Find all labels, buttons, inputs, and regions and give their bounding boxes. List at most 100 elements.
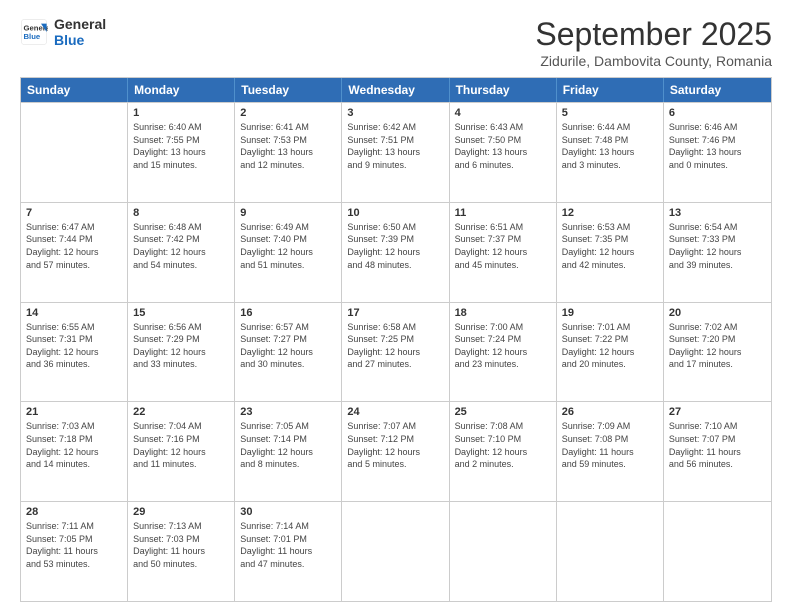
cal-cell: 7Sunrise: 6:47 AM Sunset: 7:44 PM Daylig… (21, 203, 128, 302)
weekday-header-friday: Friday (557, 78, 664, 102)
cal-cell: 26 Sunrise: 7:09 AM Sunset: 7:08 PM Dayli… (557, 402, 664, 501)
cal-cell: 19 Sunrise: 7:01 AM Sunset: 7:22 PM Dayli… (557, 303, 664, 402)
day-info: Sunrise: 6:41 AM Sunset: 7:53 PM Dayligh… (240, 121, 336, 171)
day-number: 10 (347, 207, 443, 219)
day-number: 13 (669, 207, 766, 219)
cal-cell: 20Sunrise: 7:02 AM Sunset: 7:20 PM Dayli… (664, 303, 771, 402)
day-number: 11 (455, 207, 551, 219)
day-info: Sunrise: 6:46 AM Sunset: 7:46 PM Dayligh… (669, 121, 766, 171)
day-number: 23 (240, 406, 336, 418)
cal-cell: 15 Sunrise: 6:56 AM Sunset: 7:29 PM Dayli… (128, 303, 235, 402)
day-info: Sunrise: 7:10 AM Sunset: 7:07 PM Dayligh… (669, 420, 766, 470)
day-number: 9 (240, 207, 336, 219)
day-number: 20 (669, 307, 766, 319)
day-number: 27 (669, 406, 766, 418)
day-number: 19 (562, 307, 658, 319)
day-info: Sunrise: 6:48 AM Sunset: 7:42 PM Dayligh… (133, 221, 229, 271)
day-info: Sunrise: 6:49 AM Sunset: 7:40 PM Dayligh… (240, 221, 336, 271)
day-info: Sunrise: 6:58 AM Sunset: 7:25 PM Dayligh… (347, 321, 443, 371)
cal-row-0: 1 Sunrise: 6:40 AM Sunset: 7:55 PM Daylig… (21, 102, 771, 202)
logo-text-general: General (54, 16, 106, 32)
day-number: 26 (562, 406, 658, 418)
cal-row-2: 14Sunrise: 6:55 AM Sunset: 7:31 PM Dayli… (21, 302, 771, 402)
logo: General Blue General Blue (20, 16, 106, 48)
day-number: 16 (240, 307, 336, 319)
day-info: Sunrise: 7:03 AM Sunset: 7:18 PM Dayligh… (26, 420, 122, 470)
cal-cell: 23Sunrise: 7:05 AM Sunset: 7:14 PM Dayli… (235, 402, 342, 501)
cal-cell: 25 Sunrise: 7:08 AM Sunset: 7:10 PM Dayli… (450, 402, 557, 501)
day-number: 8 (133, 207, 229, 219)
month-title: September 2025 (535, 16, 772, 53)
day-info: Sunrise: 6:44 AM Sunset: 7:48 PM Dayligh… (562, 121, 658, 171)
logo-text-blue: Blue (54, 32, 106, 48)
day-number: 21 (26, 406, 122, 418)
cal-cell: 14Sunrise: 6:55 AM Sunset: 7:31 PM Dayli… (21, 303, 128, 402)
day-info: Sunrise: 6:43 AM Sunset: 7:50 PM Dayligh… (455, 121, 551, 171)
calendar: SundayMondayTuesdayWednesdayThursdayFrid… (20, 77, 772, 602)
day-info: Sunrise: 7:01 AM Sunset: 7:22 PM Dayligh… (562, 321, 658, 371)
cal-cell: 9 Sunrise: 6:49 AM Sunset: 7:40 PM Daylig… (235, 203, 342, 302)
weekday-header-sunday: Sunday (21, 78, 128, 102)
day-info: Sunrise: 6:51 AM Sunset: 7:37 PM Dayligh… (455, 221, 551, 271)
day-number: 14 (26, 307, 122, 319)
day-info: Sunrise: 6:50 AM Sunset: 7:39 PM Dayligh… (347, 221, 443, 271)
day-info: Sunrise: 6:56 AM Sunset: 7:29 PM Dayligh… (133, 321, 229, 371)
day-info: Sunrise: 7:08 AM Sunset: 7:10 PM Dayligh… (455, 420, 551, 470)
header: General Blue General Blue September 2025… (20, 16, 772, 69)
cal-cell: 27 Sunrise: 7:10 AM Sunset: 7:07 PM Dayli… (664, 402, 771, 501)
cal-cell: 12 Sunrise: 6:53 AM Sunset: 7:35 PM Dayli… (557, 203, 664, 302)
day-number: 28 (26, 506, 122, 518)
cal-cell: 4Sunrise: 6:43 AM Sunset: 7:50 PM Daylig… (450, 103, 557, 202)
weekday-header-saturday: Saturday (664, 78, 771, 102)
cal-cell (450, 502, 557, 601)
day-info: Sunrise: 7:07 AM Sunset: 7:12 PM Dayligh… (347, 420, 443, 470)
day-info: Sunrise: 7:09 AM Sunset: 7:08 PM Dayligh… (562, 420, 658, 470)
day-number: 5 (562, 107, 658, 119)
day-info: Sunrise: 6:40 AM Sunset: 7:55 PM Dayligh… (133, 121, 229, 171)
svg-text:Blue: Blue (24, 32, 41, 41)
calendar-header: SundayMondayTuesdayWednesdayThursdayFrid… (21, 78, 771, 102)
cal-cell (664, 502, 771, 601)
cal-cell: 18 Sunrise: 7:00 AM Sunset: 7:24 PM Dayli… (450, 303, 557, 402)
cal-cell: 2Sunrise: 6:41 AM Sunset: 7:53 PM Daylig… (235, 103, 342, 202)
day-info: Sunrise: 6:54 AM Sunset: 7:33 PM Dayligh… (669, 221, 766, 271)
cal-row-3: 21 Sunrise: 7:03 AM Sunset: 7:18 PM Dayli… (21, 401, 771, 501)
cal-cell: 24Sunrise: 7:07 AM Sunset: 7:12 PM Dayli… (342, 402, 449, 501)
day-info: Sunrise: 7:00 AM Sunset: 7:24 PM Dayligh… (455, 321, 551, 371)
day-info: Sunrise: 7:04 AM Sunset: 7:16 PM Dayligh… (133, 420, 229, 470)
day-number: 25 (455, 406, 551, 418)
day-info: Sunrise: 7:11 AM Sunset: 7:05 PM Dayligh… (26, 520, 122, 570)
day-info: Sunrise: 7:13 AM Sunset: 7:03 PM Dayligh… (133, 520, 229, 570)
cal-cell: 30 Sunrise: 7:14 AM Sunset: 7:01 PM Dayli… (235, 502, 342, 601)
cal-cell: 21 Sunrise: 7:03 AM Sunset: 7:18 PM Dayli… (21, 402, 128, 501)
day-number: 6 (669, 107, 766, 119)
day-info: Sunrise: 6:53 AM Sunset: 7:35 PM Dayligh… (562, 221, 658, 271)
cal-cell: 5 Sunrise: 6:44 AM Sunset: 7:48 PM Daylig… (557, 103, 664, 202)
cal-cell: 29 Sunrise: 7:13 AM Sunset: 7:03 PM Dayli… (128, 502, 235, 601)
weekday-header-thursday: Thursday (450, 78, 557, 102)
day-number: 17 (347, 307, 443, 319)
day-info: Sunrise: 6:57 AM Sunset: 7:27 PM Dayligh… (240, 321, 336, 371)
weekday-header-tuesday: Tuesday (235, 78, 342, 102)
location: Zidurile, Dambovita County, Romania (535, 53, 772, 69)
day-number: 22 (133, 406, 229, 418)
cal-cell: 3Sunrise: 6:42 AM Sunset: 7:51 PM Daylig… (342, 103, 449, 202)
day-number: 1 (133, 107, 229, 119)
day-info: Sunrise: 6:42 AM Sunset: 7:51 PM Dayligh… (347, 121, 443, 171)
day-info: Sunrise: 7:14 AM Sunset: 7:01 PM Dayligh… (240, 520, 336, 570)
day-number: 12 (562, 207, 658, 219)
title-block: September 2025 Zidurile, Dambovita Count… (535, 16, 772, 69)
cal-cell (557, 502, 664, 601)
day-number: 30 (240, 506, 336, 518)
day-number: 7 (26, 207, 122, 219)
day-number: 18 (455, 307, 551, 319)
page: General Blue General Blue September 2025… (0, 0, 792, 612)
day-number: 15 (133, 307, 229, 319)
weekday-header-monday: Monday (128, 78, 235, 102)
cal-cell: 13 Sunrise: 6:54 AM Sunset: 7:33 PM Dayli… (664, 203, 771, 302)
cal-cell: 28 Sunrise: 7:11 AM Sunset: 7:05 PM Dayli… (21, 502, 128, 601)
cal-cell: 10 Sunrise: 6:50 AM Sunset: 7:39 PM Dayli… (342, 203, 449, 302)
cal-cell: 8 Sunrise: 6:48 AM Sunset: 7:42 PM Daylig… (128, 203, 235, 302)
weekday-header-wednesday: Wednesday (342, 78, 449, 102)
day-number: 29 (133, 506, 229, 518)
